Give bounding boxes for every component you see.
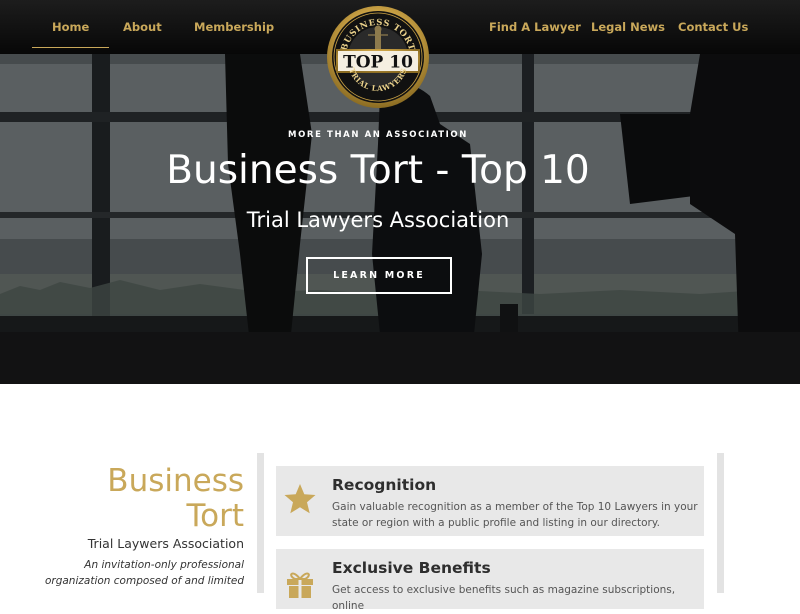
intro-title: Business Tort [44, 464, 244, 534]
feature-description: Get access to exclusive benefits such as… [332, 584, 676, 612]
hero-eyebrow-text: MORE THAN AN ASSOCIATION [288, 130, 468, 140]
star-icon [283, 482, 317, 516]
intro-title-line1: Business [107, 463, 244, 499]
intro-block: Business Tort Trial Laywers Association … [44, 464, 244, 589]
intro-description: An invitation-only professional organiza… [44, 559, 244, 587]
feature-title: Exclusive Benefits [332, 559, 491, 577]
intro-subtitle: Trial Laywers Association [87, 536, 244, 551]
site-logo-badge[interactable]: BUSINESS TORT TOP 10 TRIAL LAWYERS [326, 5, 430, 109]
gift-icon [283, 565, 317, 599]
feature-title: Recognition [332, 476, 437, 494]
nav-home-link[interactable]: Home [31, 0, 110, 54]
nav-contact-us-link[interactable]: Contact Us [678, 0, 748, 54]
nav-membership-link[interactable]: Membership [194, 0, 274, 54]
hero-title: Business Tort - Top 10 [166, 148, 590, 193]
nav-about-link[interactable]: About [123, 0, 162, 54]
section-divider-left [257, 453, 264, 593]
learn-more-button[interactable]: LEARN MORE [306, 257, 452, 294]
nav-find-a-lawyer-link[interactable]: Find A Lawyer [489, 0, 581, 54]
feature-description: Gain valuable recognition as a member of… [332, 501, 698, 529]
intro-title-line2: Tort [186, 498, 244, 534]
hero-subtitle: Trial Lawyers Association [246, 208, 510, 232]
feature-card-exclusive-benefits: Exclusive Benefits Get access to exclusi… [276, 549, 704, 612]
nav-legal-news-link[interactable]: Legal News [591, 0, 665, 54]
feature-card-recognition: Recognition Gain valuable recognition as… [276, 466, 704, 536]
section-divider-right [717, 453, 724, 593]
logo-seal-icon: BUSINESS TORT TOP 10 TRIAL LAWYERS [327, 6, 429, 108]
